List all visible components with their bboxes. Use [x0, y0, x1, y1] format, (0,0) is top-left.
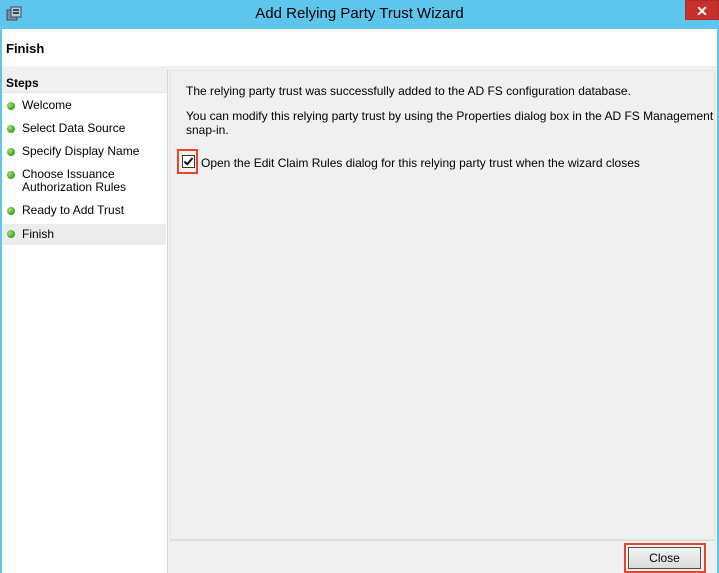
footer-divider	[170, 540, 715, 541]
step-complete-icon	[7, 171, 15, 179]
steps-sidebar: Steps Welcome Select Data Source Specify…	[2, 70, 168, 573]
wizard-header: Finish	[2, 29, 717, 67]
step-label: Ready to Add Trust	[22, 203, 125, 217]
step-label: Welcome	[22, 98, 72, 112]
step-welcome[interactable]: Welcome	[2, 96, 166, 116]
step-specify-display-name[interactable]: Specify Display Name	[2, 142, 166, 162]
page-title: Finish	[6, 41, 45, 56]
step-complete-icon	[7, 102, 15, 110]
steps-heading: Steps	[2, 70, 167, 93]
step-complete-icon	[7, 148, 15, 156]
modify-hint-message: You can modify this relying party trust …	[186, 109, 714, 137]
step-current-icon	[7, 230, 15, 238]
step-label: Finish	[22, 227, 55, 241]
checkmark-icon	[183, 157, 194, 166]
step-finish[interactable]: Finish	[2, 224, 166, 245]
content-panel	[170, 70, 715, 540]
edit-claim-rules-checkbox[interactable]	[182, 155, 195, 168]
step-select-data-source[interactable]: Select Data Source	[2, 119, 166, 139]
title-bar: Add Relying Party Trust Wizard ✕	[0, 0, 719, 29]
step-complete-icon	[7, 207, 15, 215]
window-close-button[interactable]: ✕	[685, 0, 719, 20]
close-button[interactable]: Close	[628, 547, 701, 569]
step-label: Specify Display Name	[22, 144, 140, 158]
step-choose-issuance-authorization-rules[interactable]: Choose Issuance Authorization Rules	[2, 165, 166, 199]
step-label: Select Data Source	[22, 121, 126, 135]
step-complete-icon	[7, 125, 15, 133]
edit-claim-rules-label[interactable]: Open the Edit Claim Rules dialog for thi…	[201, 156, 640, 170]
success-message: The relying party trust was successfully…	[186, 84, 631, 98]
step-label: Choose Issuance Authorization Rules	[22, 167, 127, 194]
steps-heading-label: Steps	[6, 76, 39, 90]
window-title: Add Relying Party Trust Wizard	[255, 5, 464, 22]
step-ready-to-add-trust[interactable]: Ready to Add Trust	[2, 201, 166, 221]
